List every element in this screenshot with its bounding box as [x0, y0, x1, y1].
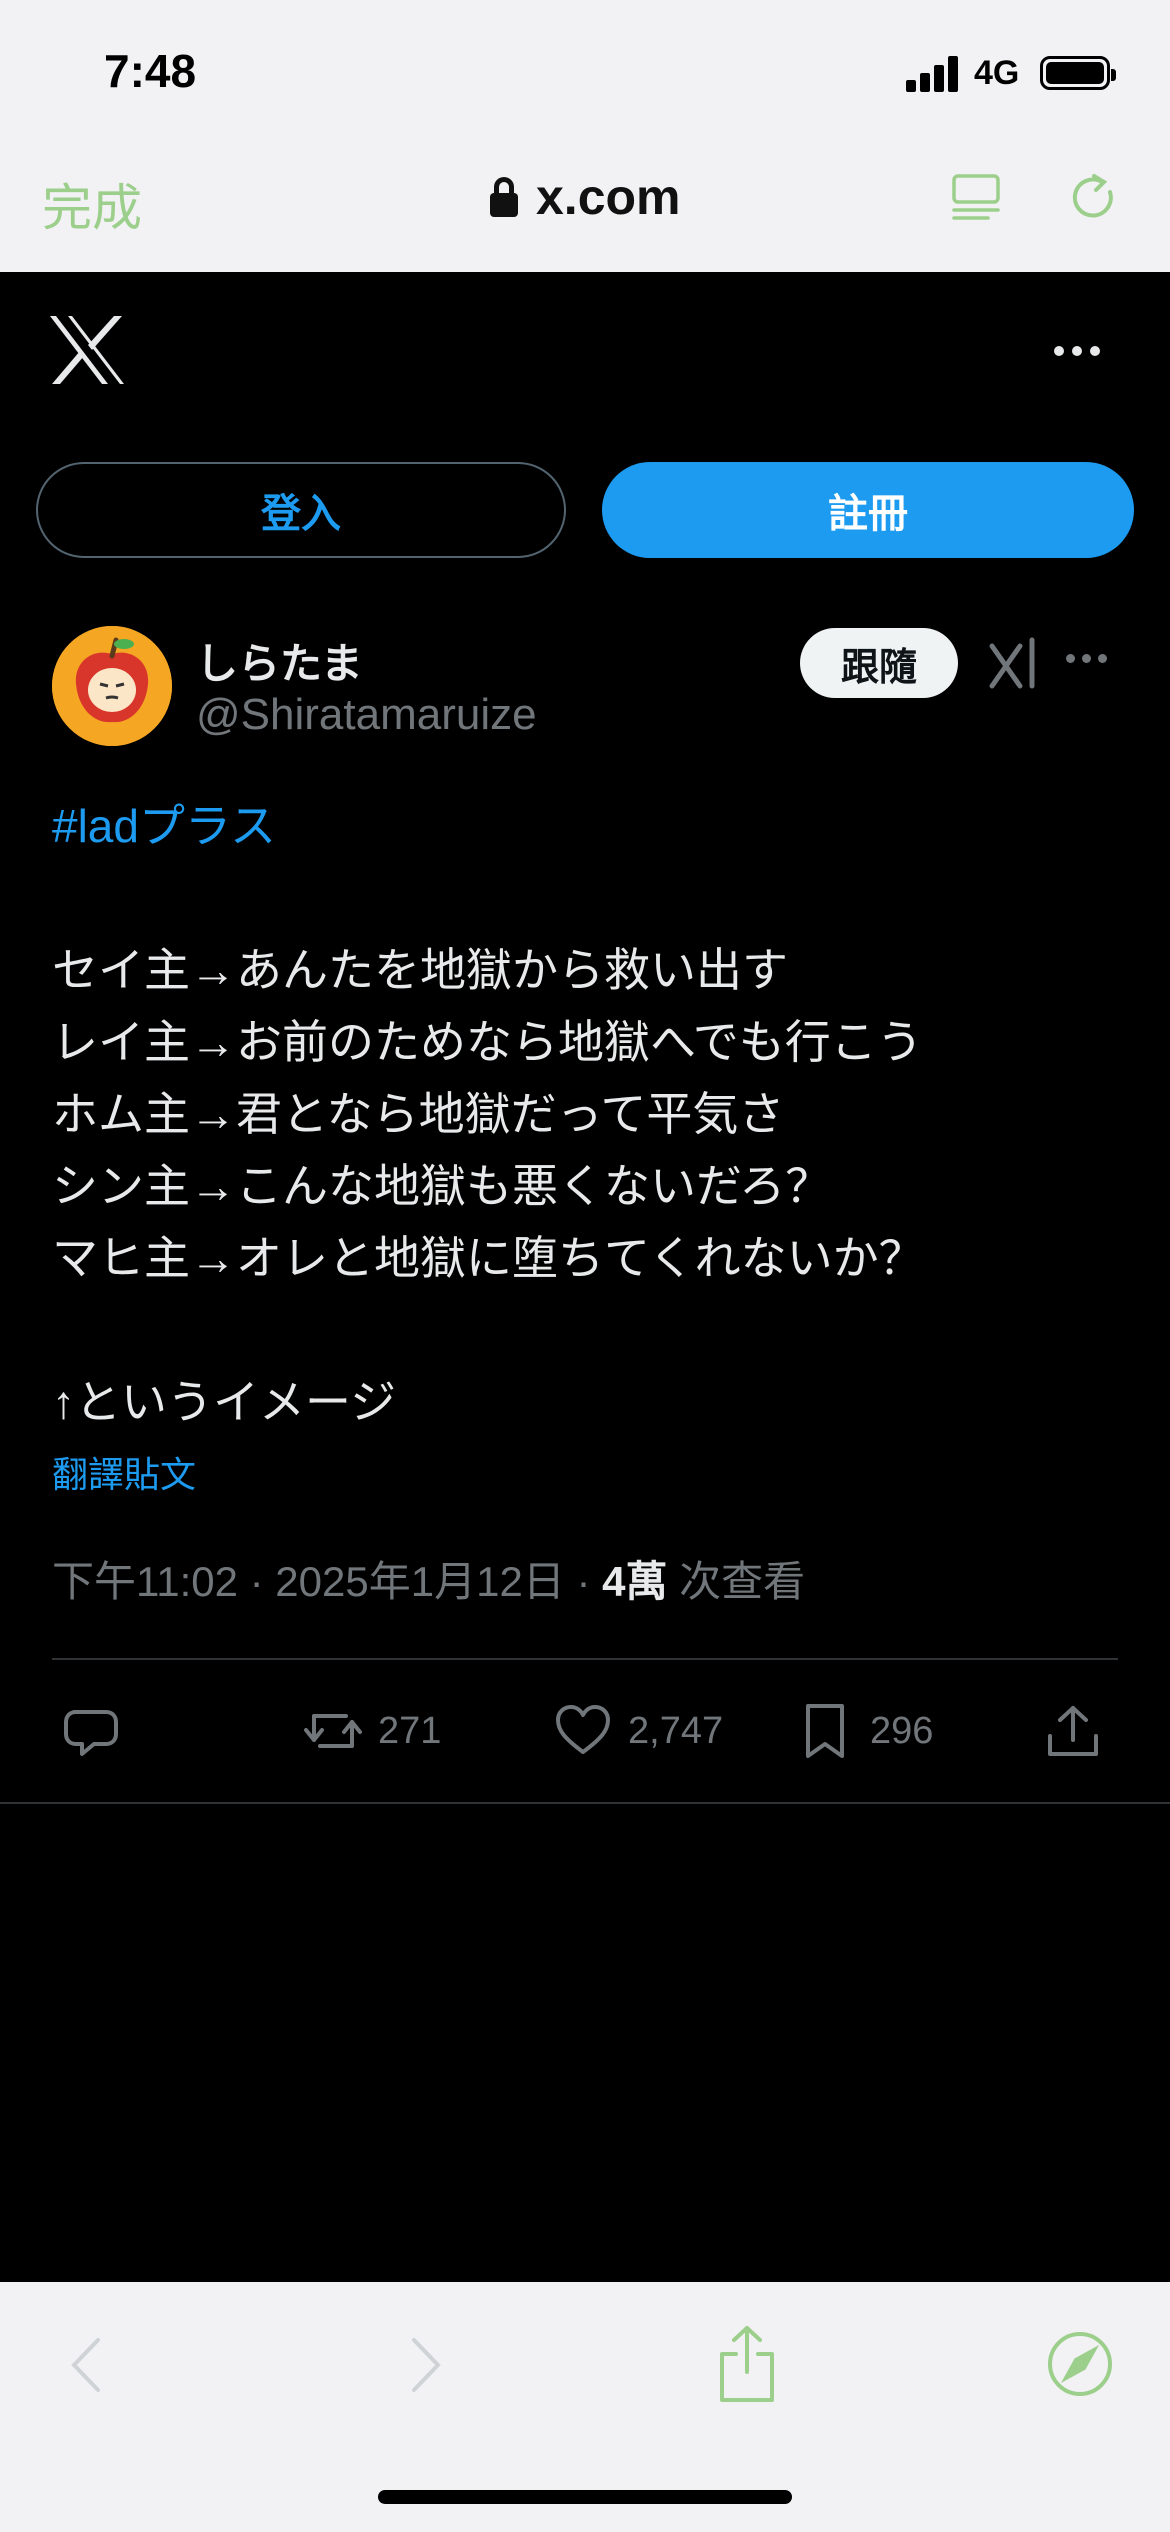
share-icon: [1048, 1706, 1098, 1756]
post-line: レイ主→お前のためなら地獄へでも行こう: [52, 1016, 923, 1068]
post-line: シン主→こんな地獄も悪くないだろ？: [52, 1160, 832, 1212]
login-button[interactable]: 登入: [36, 462, 566, 558]
cellular-signal-icon: [906, 56, 962, 92]
apple-character-icon: [52, 626, 172, 746]
reply-icon: [64, 1710, 118, 1756]
url-text: x.com: [536, 169, 681, 225]
browser-top-bar: 7:48 4G 完成 x.com: [0, 0, 1170, 272]
divider: [0, 1802, 1170, 1804]
post-meta: 下午11:02 · 2025年1月12日 · 4萬 次查看: [52, 1548, 805, 1609]
hashtag-link[interactable]: #ladプラス: [52, 790, 1132, 862]
home-indicator[interactable]: [378, 2490, 792, 2504]
grok-icon[interactable]: [984, 634, 1044, 694]
back-icon[interactable]: [62, 2332, 112, 2398]
bookmark-icon: [806, 1704, 844, 1758]
post-more-icon[interactable]: [1066, 648, 1114, 668]
follow-button[interactable]: 跟隨: [800, 628, 958, 698]
lock-icon: [490, 177, 518, 217]
repost-icon: [304, 1714, 362, 1748]
repost-button[interactable]: 271: [302, 1696, 441, 1766]
heart-icon: [556, 1705, 610, 1754]
author-handle[interactable]: @Shiratamaruize: [196, 690, 537, 740]
post-line: セイ主→あんたを地獄から救い出す: [52, 944, 788, 996]
avatar[interactable]: [52, 626, 172, 746]
like-button[interactable]: 2,747: [552, 1696, 723, 1766]
address-bar[interactable]: x.com: [490, 168, 681, 226]
signup-button[interactable]: 註冊: [602, 462, 1134, 558]
views-label: 次查看: [667, 1558, 806, 1605]
x-logo-icon[interactable]: [48, 314, 126, 386]
post-line: ホム主→君となら地獄だって平気さ: [52, 1088, 785, 1140]
forward-icon[interactable]: [400, 2332, 450, 2398]
bookmark-count: 296: [870, 1709, 934, 1752]
done-button[interactable]: 完成: [42, 168, 142, 240]
share-button[interactable]: [1042, 1696, 1104, 1766]
views-count: 4萬: [602, 1558, 668, 1605]
share-icon[interactable]: [714, 2322, 780, 2406]
author-name[interactable]: しらたま: [196, 630, 363, 691]
reader-mode-icon[interactable]: [948, 170, 1004, 226]
bookmark-button[interactable]: 296: [794, 1696, 933, 1766]
status-time: 7:48: [104, 45, 197, 97]
more-icon[interactable]: [1054, 336, 1108, 366]
post-actions: 271 2,747 296: [52, 1696, 1118, 1766]
post-text: #ladプラス セイ主→あんたを地獄から救い出す レイ主→お前のためなら地獄へで…: [52, 790, 1132, 1438]
reply-button[interactable]: [60, 1696, 122, 1766]
compass-icon[interactable]: [1044, 2328, 1116, 2400]
translate-post-link[interactable]: 翻譯貼文: [52, 1446, 196, 1498]
divider: [52, 1658, 1118, 1660]
post-timestamp[interactable]: 下午11:02 · 2025年1月12日 ·: [52, 1558, 602, 1605]
network-type: 4G: [974, 54, 1020, 92]
battery-icon: [1040, 56, 1116, 90]
like-count: 2,747: [628, 1709, 724, 1752]
repost-count: 271: [378, 1709, 442, 1752]
post-line: マヒ主→オレと地獄に堕ちてくれないか？: [52, 1232, 925, 1284]
post-closing-line: ↑というイメージ: [52, 1376, 397, 1428]
reload-icon[interactable]: [1064, 168, 1124, 228]
